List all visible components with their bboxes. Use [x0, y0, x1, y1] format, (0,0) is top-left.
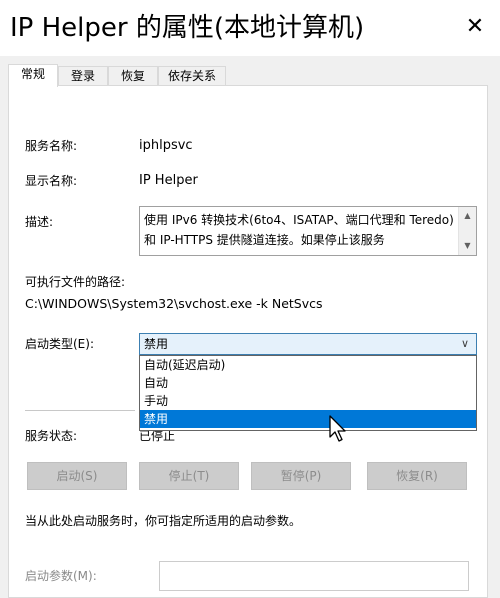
startup-type-label: 启动类型(E): — [25, 337, 94, 351]
description-box[interactable]: 使用 IPv6 转换技术(6to4、ISATAP、端口代理和 Teredo)和 … — [139, 206, 477, 256]
title-bar: IP Helper 的属性(本地计算机) ✕ — [0, 0, 500, 56]
startup-option-auto-delayed[interactable]: 自动(延迟启动) — [140, 356, 476, 374]
scroll-down-icon[interactable]: ▼ — [462, 241, 473, 251]
description-text: 使用 IPv6 转换技术(6to4、ISATAP、端口代理和 Teredo)和 … — [144, 213, 454, 247]
window-title: IP Helper 的属性(本地计算机) — [10, 13, 365, 43]
display-name-label: 显示名称: — [25, 174, 78, 188]
stop-button[interactable]: 停止(T) — [139, 462, 239, 490]
section-divider — [25, 410, 135, 411]
scroll-up-icon[interactable]: ▲ — [462, 211, 473, 221]
path-label: 可执行文件的路径: — [25, 275, 126, 289]
startup-option-manual[interactable]: 手动 — [140, 392, 476, 410]
start-params-hint: 当从此处启动服务时，你可指定所适用的启动参数。 — [25, 514, 302, 528]
resume-button[interactable]: 恢复(R) — [367, 462, 467, 490]
service-status-label: 服务状态: — [25, 429, 78, 443]
chevron-down-icon[interactable]: ∨ — [458, 336, 472, 352]
startup-type-value: 禁用 — [144, 337, 169, 351]
start-params-label: 启动参数(M): — [25, 569, 97, 583]
dialog-client: 常规 登录 恢复 依存关系 服务名称: iphlpsvc 显示名称: IP He… — [0, 56, 500, 598]
tab-recovery[interactable]: 恢复 — [108, 66, 158, 85]
description-scrollbar[interactable]: ▲ ▼ — [458, 207, 476, 255]
startup-option-auto[interactable]: 自动 — [140, 374, 476, 392]
description-label: 描述: — [25, 215, 54, 229]
startup-type-combo[interactable]: 禁用 ∨ — [139, 333, 477, 355]
startup-option-disabled[interactable]: 禁用 — [140, 410, 476, 428]
startup-type-dropdown: 自动(延迟启动) 自动 手动 禁用 — [139, 355, 477, 431]
tab-logon[interactable]: 登录 — [58, 66, 108, 85]
start-button[interactable]: 启动(S) — [27, 462, 127, 490]
general-panel: 服务名称: iphlpsvc 显示名称: IP Helper 描述: 使用 IP… — [8, 85, 488, 598]
close-button[interactable]: ✕ — [462, 14, 488, 40]
tab-general[interactable]: 常规 — [8, 64, 58, 87]
service-name-value: iphlpsvc — [139, 138, 193, 153]
display-name-value: IP Helper — [139, 173, 198, 188]
pause-button[interactable]: 暂停(P) — [251, 462, 351, 490]
service-name-label: 服务名称: — [25, 139, 78, 153]
path-value: C:\WINDOWS\System32\svchost.exe -k NetSv… — [25, 296, 323, 311]
start-params-input[interactable] — [159, 561, 469, 591]
mouse-pointer-icon — [329, 415, 346, 442]
tab-dependencies[interactable]: 依存关系 — [158, 66, 226, 85]
